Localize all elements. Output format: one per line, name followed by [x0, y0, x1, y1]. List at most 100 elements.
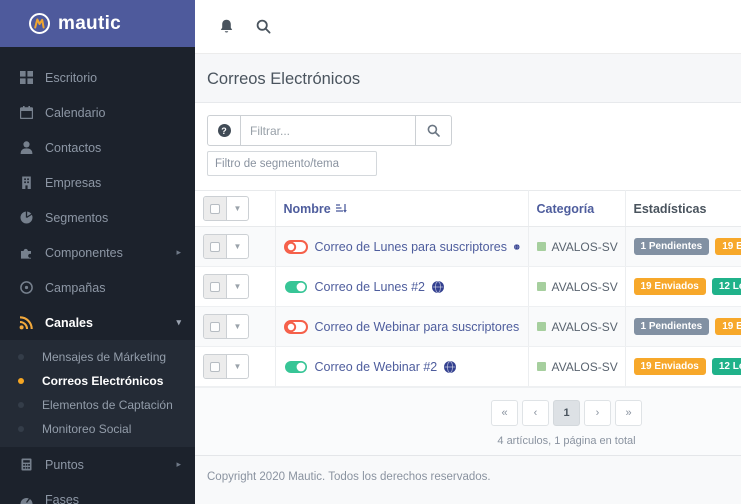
sidebar-item-fases[interactable]: Fases [0, 482, 195, 504]
emails-panel: ? ▼ [195, 103, 741, 455]
checkbox-icon [210, 241, 220, 252]
column-header-nombre[interactable]: Nombre [275, 190, 529, 227]
category-color-icon [536, 242, 546, 251]
calendar-icon [18, 106, 34, 119]
row-actions-dropdown[interactable]: ▼ [227, 315, 248, 338]
caret-down-icon: ▼ [233, 282, 242, 291]
stat-badge-read: 12 Leídos [711, 278, 741, 295]
email-name-link[interactable]: Correo de Lunes #2 [315, 280, 426, 294]
notifications-button[interactable] [215, 15, 238, 39]
sidebar-subitem-correos-electronicos[interactable]: Correos Electrónicos [0, 369, 195, 393]
select-all-checkbox[interactable] [204, 197, 227, 220]
table-header-row: ▼ Nombre Categoría Estadísticas [195, 190, 741, 227]
sidebar-item-label: Segmentos [45, 210, 109, 225]
sidebar-item-label: Empresas [45, 175, 102, 190]
row-actions-dropdown[interactable]: ▼ [227, 235, 248, 258]
global-search-button[interactable] [252, 15, 275, 38]
pagination-page-1-button[interactable]: 1 [553, 400, 580, 426]
sidebar-subitem-label: Monitoreo Social [42, 422, 132, 436]
page-title: Correos Electrónicos [207, 70, 361, 88]
caret-down-icon: ▼ [233, 322, 242, 331]
bullet-icon [18, 402, 24, 408]
caret-down-icon: ▼ [233, 204, 242, 213]
active-bullet-icon [18, 378, 24, 384]
building-icon [18, 176, 34, 189]
pagination: « ‹ 1 › » 4 artículos, 1 página en total [491, 400, 642, 447]
chevron-right-icon: ▸ [176, 247, 181, 257]
pagination-summary: 4 artículos, 1 página en total [497, 435, 636, 447]
caret-down-icon: ▼ [233, 242, 242, 251]
sort-icon [335, 204, 347, 213]
email-name-link[interactable]: Correo de Lunes para suscriptores [315, 240, 507, 254]
sidebar-item-contactos[interactable]: Contactos [0, 130, 195, 165]
row-checkbox[interactable] [204, 355, 227, 378]
sidebar-subitem-label: Elementos de Captación [42, 398, 173, 412]
sidebar-item-label: Componentes [45, 245, 123, 260]
column-header-estadisticas: Estadísticas [625, 190, 741, 227]
publish-toggle-on[interactable] [284, 280, 308, 294]
filter-input[interactable] [241, 115, 415, 146]
column-label: Categoría [536, 201, 595, 216]
sidebar-subitem-elementos-de-captacion[interactable]: Elementos de Captación [0, 393, 195, 417]
topbar [195, 0, 741, 54]
sidebar-item-calendario[interactable]: Calendario [0, 95, 195, 130]
puzzle-icon [18, 246, 34, 259]
pagination-first-button[interactable]: « [491, 400, 518, 426]
logo-text: mautic [58, 12, 122, 34]
list-toolbar: ? [195, 103, 741, 176]
sidebar-item-componentes[interactable]: Componentes ▸ [0, 235, 195, 270]
copyright-footer: Copyright 2020 Mautic. Todos los derecho… [195, 455, 741, 504]
row-checkbox[interactable] [204, 235, 227, 258]
checkbox-icon [210, 281, 220, 292]
emails-table: ▼ Nombre Categoría Estadísticas ▼ Correo… [195, 190, 741, 387]
sidebar-subitem-mensajes-de-marketing[interactable]: Mensajes de Márketing [0, 345, 195, 369]
chevron-right-icon: ▸ [176, 459, 181, 469]
column-header-categoria[interactable]: Categoría [528, 190, 626, 227]
bulk-actions-dropdown[interactable]: ▼ [227, 197, 248, 220]
clock-icon [18, 281, 34, 294]
panel-footer: « ‹ 1 › » 4 artículos, 1 página en total [195, 387, 741, 455]
sidebar-item-campanas[interactable]: Campañas [0, 270, 195, 305]
row-checkbox[interactable] [204, 315, 227, 338]
search-icon [427, 124, 440, 137]
stat-badge-pending: 1 Pendientes [633, 318, 710, 335]
stat-badge-sent: 19 Enviados [633, 278, 706, 295]
mautic-logo[interactable]: mautic [0, 0, 195, 47]
table-search-button[interactable] [415, 115, 452, 146]
pagination-prev-button[interactable]: ‹ [522, 400, 549, 426]
publish-toggle-on[interactable] [284, 360, 308, 374]
bullet-icon [18, 354, 24, 360]
select-all-group: ▼ [203, 196, 249, 221]
sidebar-item-segmentos[interactable]: Segmentos [0, 200, 195, 235]
sidebar-item-label: Contactos [45, 140, 102, 155]
sidebar-subitem-label: Correos Electrónicos [42, 374, 164, 388]
row-actions-dropdown[interactable]: ▼ [227, 355, 248, 378]
sidebar-subitem-label: Mensajes de Márketing [42, 350, 167, 364]
pagination-last-button[interactable]: » [615, 400, 642, 426]
sidebar-nav: Escritorio Calendario Contactos Empresas [0, 47, 195, 504]
row-actions-dropdown[interactable]: ▼ [227, 275, 248, 298]
globe-icon [513, 243, 520, 250]
sidebar-item-label: Escritorio [45, 70, 98, 85]
sidebar-item-escritorio[interactable]: Escritorio [0, 60, 195, 95]
sidebar-item-empresas[interactable]: Empresas [0, 165, 195, 200]
pagination-next-button[interactable]: › [584, 400, 611, 426]
row-checkbox[interactable] [204, 275, 227, 298]
row-select-group: ▼ [203, 314, 249, 339]
email-name-link[interactable]: Correo de Webinar #2 [315, 360, 438, 374]
sidebar-item-label: Campañas [45, 280, 106, 295]
publish-toggle-off[interactable] [283, 239, 308, 254]
stat-badge-pending: 1 Pendientes [633, 238, 710, 255]
sidebar-item-label: Fases [45, 492, 80, 504]
category-label: AVALOS-SV [551, 359, 618, 374]
sidebar-item-canales[interactable]: Canales ▾ [0, 305, 195, 340]
publish-toggle-off[interactable] [283, 319, 308, 334]
email-name-link[interactable]: Correo de Webinar para suscriptores [315, 320, 520, 334]
chevron-down-icon: ▾ [176, 317, 181, 327]
segment-filter-input[interactable] [207, 151, 377, 176]
bell-icon [220, 19, 233, 32]
checkbox-icon [210, 321, 220, 332]
sidebar-item-puntos[interactable]: Puntos ▸ [0, 447, 195, 482]
sidebar-subitem-monitoreo-social[interactable]: Monitoreo Social [0, 417, 195, 441]
help-button[interactable]: ? [207, 115, 241, 146]
